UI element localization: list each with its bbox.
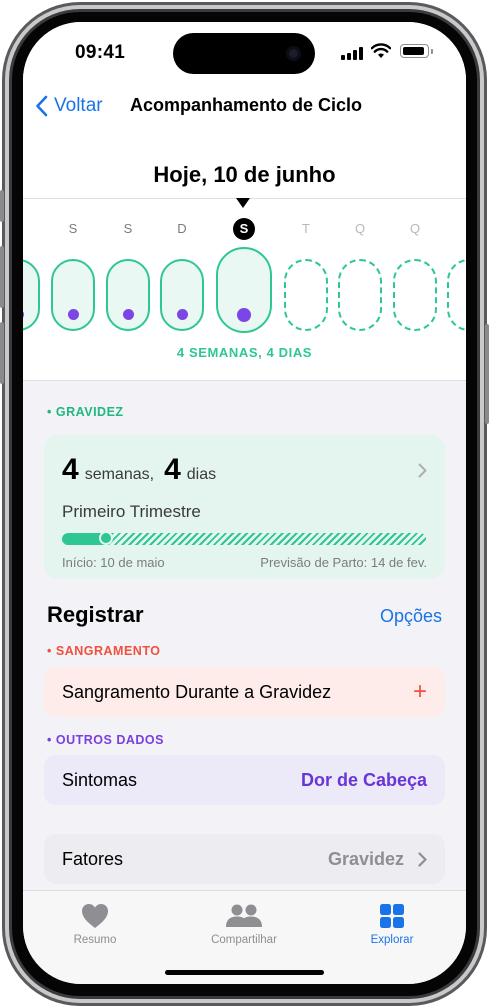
weeks-value: 4	[62, 453, 79, 486]
day-letter: T	[302, 221, 310, 236]
heart-icon	[82, 904, 108, 928]
days-value: 4	[164, 453, 181, 486]
day-pill[interactable]	[284, 259, 328, 331]
tab-share[interactable]: Compartilhar	[184, 901, 304, 946]
tab-share-label: Compartilhar	[211, 934, 277, 946]
bleeding-row[interactable]: Sangramento Durante a Gravidez +	[44, 667, 445, 717]
chevron-right-icon	[418, 851, 427, 867]
pregnancy-card[interactable]: 4 semanas, 4 dias Primeiro Trimestre Iní…	[44, 435, 445, 579]
people-icon	[226, 904, 262, 927]
symptom-dot-icon	[67, 309, 79, 320]
nav-title: Acompanhamento de Ciclo	[129, 95, 363, 115]
symptoms-label: Sintomas	[62, 769, 138, 790]
date-title: Hoje, 10 de junho	[153, 162, 336, 187]
progress-marker	[98, 531, 113, 545]
day-pill-today[interactable]	[216, 247, 272, 333]
grid-icon	[380, 904, 404, 928]
battery-icon	[400, 44, 433, 58]
day-letter: Q	[23, 221, 33, 236]
plus-icon[interactable]: +	[413, 678, 427, 706]
day-letter: S	[123, 221, 133, 236]
factors-value: Gravidez	[327, 848, 404, 869]
day-pill[interactable]	[447, 259, 466, 331]
home-indicator	[165, 970, 324, 975]
tab-summary-label: Resumo	[73, 934, 117, 946]
power-button	[485, 324, 489, 424]
symptom-dot-icon	[122, 309, 134, 320]
header: Voltar Acompanhamento de Ciclo Hoje, 10 …	[23, 82, 466, 200]
volume-down-button	[0, 322, 4, 384]
tab-explore[interactable]: Explorar	[332, 901, 452, 946]
start-date: Início: 10 de maio	[62, 555, 165, 570]
dynamic-island	[173, 33, 315, 74]
weeks-unit: semanas,	[84, 466, 155, 483]
symptom-dot-icon	[23, 309, 24, 320]
due-date: Previsão de Parto: 14 de fev.	[260, 555, 427, 570]
day-pill[interactable]	[51, 259, 95, 331]
status-bar: 09:41	[23, 22, 466, 82]
action-button	[0, 190, 4, 222]
section-label-other: • OUTROS DADOS	[47, 733, 164, 747]
symptoms-row[interactable]: Sintomas Dor de Cabeça	[44, 755, 445, 805]
factors-value-group: Gravidez	[328, 849, 427, 870]
week-strip[interactable]: Q S S D S T Q Q 4 SEMANAS, 4 DIAS	[23, 198, 466, 381]
status-time: 09:41	[75, 42, 126, 63]
symptom-dot-icon	[176, 309, 188, 320]
screen: 09:41 Voltar Acompanhamento de Ciclo Hoj…	[23, 22, 466, 984]
pregnancy-duration: 4 semanas, 4 dias	[62, 453, 226, 487]
cellular-signal-icon	[341, 46, 365, 60]
wifi-icon	[371, 43, 391, 58]
today-day-letter: S	[233, 218, 255, 240]
section-label-bleeding: • SANGRAMENTO	[47, 644, 161, 658]
factors-row[interactable]: Fatores Gravidez	[44, 834, 445, 884]
day-letter: Q	[354, 221, 366, 236]
weeks-summary: 4 SEMANAS, 4 DIAS	[176, 345, 313, 360]
bleeding-label: Sangramento Durante a Gravidez	[62, 681, 332, 702]
chevron-right-icon	[418, 463, 427, 478]
day-pill[interactable]	[393, 259, 437, 331]
day-pill[interactable]	[23, 259, 40, 331]
day-pill[interactable]	[338, 259, 382, 331]
day-letter: S	[68, 221, 78, 236]
section-label-pregnancy: • GRAVIDEZ	[47, 405, 124, 419]
factors-label: Fatores	[62, 848, 124, 869]
tab-explore-label: Explorar	[370, 934, 414, 946]
today-pointer-icon	[236, 198, 250, 208]
day-pill[interactable]	[106, 259, 150, 331]
volume-up-button	[0, 246, 4, 308]
pregnancy-progress-bar	[62, 533, 426, 545]
symptoms-value: Dor de Cabeça	[300, 769, 427, 790]
tab-summary[interactable]: Resumo	[35, 901, 155, 946]
options-button[interactable]: Opções	[380, 606, 442, 627]
register-title: Registrar	[47, 602, 144, 627]
trimester-label: Primeiro Trimestre	[62, 502, 201, 521]
day-letter: Q	[409, 221, 421, 236]
days-unit: dias	[186, 466, 217, 483]
symptom-dot-icon	[237, 308, 251, 322]
day-letter: D	[177, 221, 187, 236]
day-pill[interactable]	[160, 259, 204, 331]
